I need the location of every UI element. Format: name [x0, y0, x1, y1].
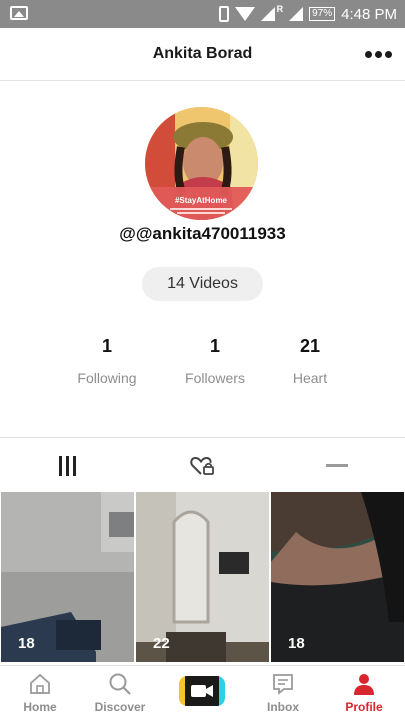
create-video-button[interactable] [179, 676, 225, 706]
nav-inbox-label: Inbox [267, 700, 299, 714]
nav-home-label: Home [23, 700, 57, 714]
username: @@ankita470011933 [119, 224, 286, 243]
video-thumbnail-3[interactable]: 18 [271, 492, 404, 662]
video-view-count: 18 [18, 635, 35, 652]
nav-home[interactable]: Home [0, 666, 80, 720]
nav-profile[interactable]: Profile [324, 666, 404, 720]
followers-label: Followers [185, 370, 245, 386]
tab-liked[interactable] [172, 438, 232, 493]
gallery-notification-icon [10, 6, 28, 20]
following-count: 1 [101, 336, 112, 356]
profile-header: Ankita Borad [0, 28, 405, 81]
video-thumbnail-1[interactable]: 18 [1, 492, 134, 662]
tab-other[interactable] [307, 438, 367, 493]
signal-icon [260, 7, 275, 21]
tab-videos[interactable] [37, 438, 97, 493]
dash-icon [326, 464, 348, 467]
following-label: Following [77, 370, 137, 386]
person-icon [354, 674, 374, 695]
liked-heart-lock-icon [190, 456, 214, 475]
video-thumbnail-2[interactable]: 22 [136, 492, 269, 662]
heart-label: Heart [292, 370, 328, 386]
phone-icon [218, 6, 229, 22]
video-view-count: 22 [153, 635, 170, 652]
avatar-caption: #StayAtHome [175, 196, 228, 205]
nav-profile-label: Profile [345, 700, 383, 714]
home-icon [30, 673, 50, 694]
followers-count: 1 [209, 336, 220, 356]
stat-following[interactable]: 1 Following [57, 336, 157, 386]
search-icon [109, 673, 131, 695]
nav-discover-label: Discover [94, 700, 146, 714]
video-view-count: 18 [288, 635, 305, 652]
stat-heart: 21 Heart [260, 336, 360, 386]
nav-inbox[interactable]: Inbox [243, 666, 323, 720]
avatar[interactable]: #StayAtHome [145, 107, 258, 220]
battery-icon: 97% [309, 7, 336, 21]
more-options-icon[interactable] [365, 51, 393, 61]
videos-count-button[interactable]: 14 Videos [142, 267, 263, 301]
nav-discover[interactable]: Discover [80, 666, 160, 720]
roaming-indicator: R [276, 4, 284, 14]
inbox-icon [273, 674, 293, 695]
wifi-icon [234, 7, 255, 21]
avatar-image: #StayAtHome [145, 107, 258, 220]
signal-icon-2 [289, 7, 304, 21]
status-icons: R 97% 4:48 PM [218, 0, 397, 28]
grid-icon [58, 455, 76, 476]
stat-followers[interactable]: 1 Followers [165, 336, 265, 386]
profile-tabs [0, 437, 405, 492]
status-time: 4:48 PM [341, 5, 397, 23]
camera-icon [191, 685, 213, 697]
status-bar: R 97% 4:48 PM [0, 0, 405, 28]
page-title: Ankita Borad [152, 45, 253, 62]
bottom-navigation: Home Discover Inbox Profile [0, 665, 405, 720]
heart-count: 21 [299, 336, 321, 356]
